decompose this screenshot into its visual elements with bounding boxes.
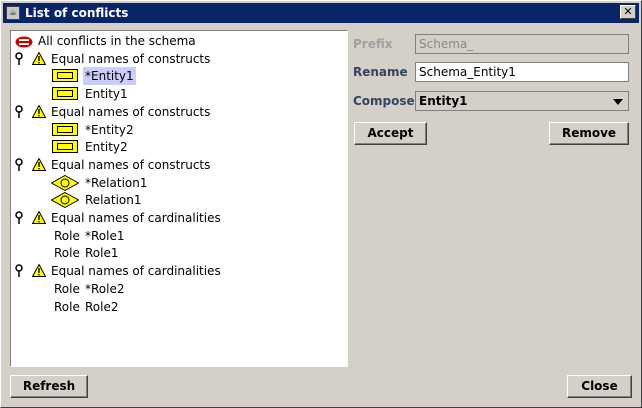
key-icon[interactable] xyxy=(14,211,24,225)
conflict-item-label: *Entity1 xyxy=(83,67,136,86)
warning-icon xyxy=(31,157,47,171)
role-prefix: Role xyxy=(54,299,80,314)
conflict-item[interactable]: Relation1 xyxy=(11,191,347,209)
compose-label: Compose xyxy=(353,94,415,108)
remove-button[interactable]: Remove xyxy=(549,122,629,145)
conflict-group-title: Equal names of constructs xyxy=(51,157,211,172)
close-window-icon[interactable]: ✕ xyxy=(620,5,636,19)
conflict-group-title: Equal names of cardinalities xyxy=(51,264,221,279)
role-prefix: Role xyxy=(54,281,80,296)
chevron-down-icon[interactable] xyxy=(613,99,623,105)
conflict-item[interactable]: Entity1 xyxy=(11,85,347,103)
conflict-item[interactable]: Role Role2 xyxy=(11,298,347,316)
prefix-label: Prefix xyxy=(353,37,393,51)
conflict-item[interactable]: *Relation1 xyxy=(11,174,347,192)
conflict-group[interactable]: Equal names of constructs xyxy=(11,50,347,68)
warning-icon xyxy=(31,210,47,224)
conflict-item-label: *Entity2 xyxy=(85,122,134,137)
accept-button[interactable]: Accept xyxy=(354,122,427,145)
conflict-item-label: Role2 xyxy=(85,299,119,314)
conflict-group[interactable]: Equal names of cardinalities xyxy=(11,262,347,280)
conflict-item[interactable]: Role *Role1 xyxy=(11,227,347,245)
conflict-group[interactable]: Equal names of cardinalities xyxy=(11,209,347,227)
schema-icon xyxy=(15,35,33,48)
app-icon: ☕ xyxy=(6,6,20,20)
conflict-item[interactable]: *Entity2 xyxy=(11,121,347,139)
conflicts-window: ☕ List of conflicts ✕ All conflicts in t… xyxy=(0,0,642,408)
window-title: List of conflicts xyxy=(25,6,129,20)
tree-root[interactable]: All conflicts in the schema xyxy=(11,32,347,50)
conflict-item-label: *Relation1 xyxy=(85,175,148,190)
conflict-item[interactable]: Role Role1 xyxy=(11,244,347,262)
warning-icon xyxy=(31,104,47,118)
relation-icon xyxy=(50,174,80,191)
key-icon[interactable] xyxy=(14,158,24,172)
conflict-tree[interactable]: All conflicts in the schema Equal names o… xyxy=(10,30,348,367)
key-icon[interactable] xyxy=(14,51,24,66)
refresh-button[interactable]: Refresh xyxy=(10,375,88,398)
conflict-item[interactable]: Entity2 xyxy=(11,138,347,156)
conflict-item-label: Role1 xyxy=(85,246,119,261)
key-icon[interactable] xyxy=(14,105,24,119)
conflict-group-title: Equal names of constructs xyxy=(51,104,211,119)
conflict-item-label: *Role2 xyxy=(85,281,125,296)
relation-icon xyxy=(50,192,80,209)
conflict-item[interactable]: *Entity1 xyxy=(11,67,347,86)
conflict-item-label: Entity2 xyxy=(85,140,128,155)
conflict-group[interactable]: Equal names of constructs xyxy=(11,156,347,174)
entity-icon xyxy=(52,87,78,101)
warning-icon xyxy=(31,263,47,278)
conflict-item-label: *Role1 xyxy=(85,228,125,243)
warning-icon xyxy=(31,51,47,65)
conflict-item-label: Relation1 xyxy=(85,193,142,208)
tree-root-label: All conflicts in the schema xyxy=(38,34,196,48)
conflict-item-label: Entity1 xyxy=(85,87,128,102)
entity-icon xyxy=(52,122,78,136)
prefix-field: Schema_ xyxy=(415,34,629,54)
compose-select[interactable]: Entity1 xyxy=(415,91,629,111)
role-prefix: Role xyxy=(54,228,80,243)
close-button[interactable]: Close xyxy=(567,375,632,398)
conflict-group-title: Equal names of cardinalities xyxy=(51,211,221,225)
entity-icon xyxy=(52,140,78,154)
compose-value: Entity1 xyxy=(419,94,468,108)
conflict-item[interactable]: Role *Role2 xyxy=(11,280,347,298)
role-prefix: Role xyxy=(54,246,80,261)
rename-field[interactable]: Schema_Entity1 xyxy=(415,62,629,82)
rename-label: Rename xyxy=(353,65,408,79)
conflict-group-title: Equal names of constructs xyxy=(51,51,211,66)
entity-icon xyxy=(52,69,78,83)
conflict-group[interactable]: Equal names of constructs xyxy=(11,103,347,121)
key-icon[interactable] xyxy=(14,264,24,278)
title-bar: ☕ List of conflicts ✕ xyxy=(3,3,639,23)
